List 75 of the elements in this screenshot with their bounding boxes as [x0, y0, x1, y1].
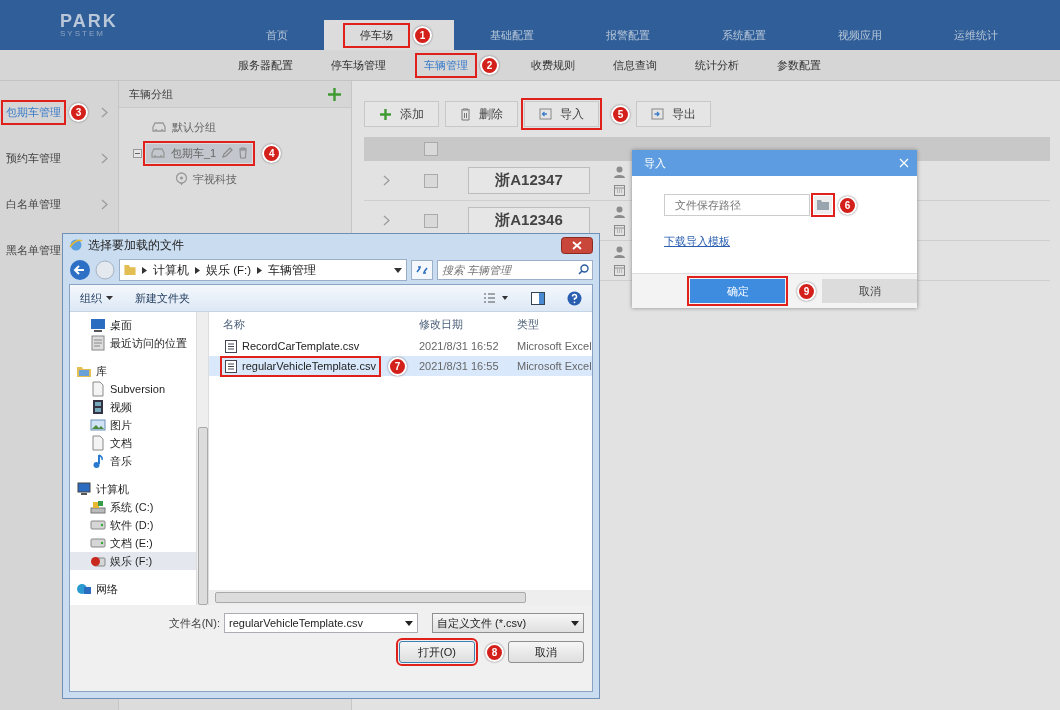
license-plate: 浙A12346: [468, 207, 590, 234]
nav-tab[interactable]: 基础配置: [476, 25, 548, 45]
nav-tab[interactable]: 运维统计: [940, 25, 1012, 45]
tree-item[interactable]: 宇视科技: [171, 169, 241, 189]
step-number-badge: 1: [413, 25, 432, 45]
toolbar-button[interactable]: 导入: [524, 101, 599, 127]
license-plate: 浙A12347: [468, 167, 590, 194]
file-row[interactable]: regularVehicleTemplate.csv 7 2021/8/31 16:55 Microsoft Excel: [209, 356, 592, 376]
nav-pane-item[interactable]: 网络: [70, 580, 196, 598]
step-number-badge: 3: [69, 102, 88, 122]
file-name: regularVehicleTemplate.csv: [242, 360, 376, 372]
sidebar-item[interactable]: 白名单管理: [4, 194, 63, 214]
dialog-title: 选择要加载的文件: [88, 236, 184, 254]
nav-pane-item[interactable]: 文档 (E:): [70, 534, 196, 552]
subnav-item[interactable]: 信息查询: [607, 55, 663, 75]
nav-pane-item[interactable]: 音乐: [70, 452, 196, 470]
nav-pane-item[interactable]: 文档: [70, 434, 196, 452]
nav-tab[interactable]: 首页: [252, 25, 302, 45]
subnav-item[interactable]: 统计分析: [689, 55, 745, 75]
panel-title: 车辆分组: [129, 86, 173, 102]
nav-pane-item[interactable]: 最近访问的位置: [70, 334, 196, 352]
nav-tab[interactable]: 视频应用: [824, 25, 896, 45]
nav-pane-item[interactable]: 系统 (C:): [70, 498, 196, 516]
cancel-button[interactable]: 取消: [822, 279, 917, 303]
nav-pane-item[interactable]: 库: [70, 362, 196, 380]
file-date: 2021/8/31 16:55: [419, 360, 499, 372]
file-row[interactable]: RecordCarTemplate.csv 2021/8/31 16:52 Microsoft Excel: [209, 336, 592, 356]
nav-tab[interactable]: 报警配置: [592, 25, 664, 45]
step-number-badge: 6: [838, 195, 857, 215]
download-template-link[interactable]: 下载导入模板: [664, 234, 730, 249]
logo-title: PARK: [60, 12, 119, 30]
command-menu-item[interactable]: 组织: [80, 290, 113, 306]
nav-tab[interactable]: 系统配置: [708, 25, 780, 45]
open-button[interactable]: 打开(O): [399, 641, 475, 663]
toolbar-button[interactable]: 导出: [636, 101, 711, 127]
step-number-badge: 2: [480, 55, 499, 75]
column-header[interactable]: 修改日期: [419, 317, 463, 330]
step-number-badge: 7: [387, 356, 407, 376]
tree-item[interactable]: 默认分组: [147, 117, 220, 137]
cancel-button[interactable]: 取消: [508, 641, 584, 663]
dialog-title: 导入: [644, 155, 666, 171]
file-name: RecordCarTemplate.csv: [242, 340, 360, 352]
step-number-badge: 8: [485, 642, 504, 662]
nav-pane-item[interactable]: 桌面: [70, 316, 196, 334]
step-number-badge: 5: [611, 104, 630, 124]
sidebar-item[interactable]: 黑名单管理: [4, 240, 63, 260]
subnav-item[interactable]: 停车场管理: [325, 55, 392, 75]
nav-pane-item[interactable]: Subversion: [70, 380, 196, 398]
subnav-item[interactable]: 参数配置: [771, 55, 827, 75]
logo-subtitle: SYSTEM: [60, 30, 106, 38]
column-header[interactable]: 类型: [517, 317, 539, 330]
file-type: Microsoft Excel: [517, 360, 592, 372]
nav-tab[interactable]: 停车场: [346, 25, 407, 45]
file-date: 2021/8/31 16:52: [419, 340, 499, 352]
nav-pane-item[interactable]: 计算机: [70, 480, 196, 498]
column-header[interactable]: 名称: [223, 316, 245, 332]
toolbar-button[interactable]: 添加: [364, 101, 439, 127]
step-number-badge: 9: [797, 281, 816, 301]
file-name-label: 文件名(N):: [168, 615, 220, 631]
nav-pane-item[interactable]: 软件 (D:): [70, 516, 196, 534]
address-bar[interactable]: 计算机 娱乐 (F:) 车辆管理: [119, 259, 407, 281]
sidebar-item[interactable]: 预约车管理: [4, 148, 63, 168]
file-type-dropdown[interactable]: 自定义文件 (*.csv): [432, 613, 584, 633]
toolbar-button[interactable]: 删除: [445, 101, 518, 127]
nav-pane-item[interactable]: 娱乐 (F:): [70, 552, 196, 570]
file-type: Microsoft Excel: [517, 340, 592, 352]
file-name-field[interactable]: regularVehicleTemplate.csv: [224, 613, 418, 633]
step-number-badge: 4: [262, 143, 282, 163]
subnav-item[interactable]: 收费规则: [525, 55, 581, 75]
search-field[interactable]: 搜索 车辆管理: [437, 260, 593, 280]
nav-pane-item[interactable]: 图片: [70, 416, 196, 434]
command-menu-item[interactable]: 新建文件夹: [135, 290, 190, 306]
nav-pane-item[interactable]: 视频: [70, 398, 196, 416]
file-path-field[interactable]: 文件保存路径: [664, 194, 810, 216]
subnav-item[interactable]: 服务器配置: [232, 55, 299, 75]
